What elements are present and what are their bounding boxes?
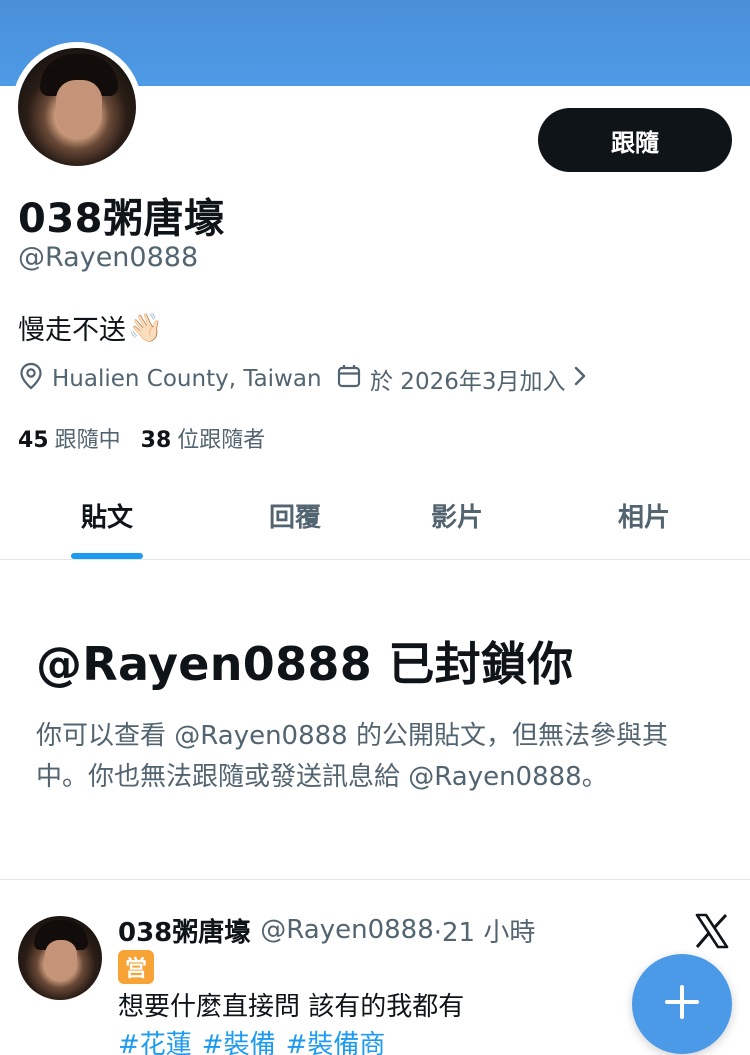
post-text: 想要什麼直接問 該有的我都有 [118,992,465,1022]
compose-button[interactable] [632,954,732,1054]
post-author-name[interactable]: 038粥唐壕 [118,912,250,949]
tab-videos[interactable]: 影片 [386,470,528,560]
tab-posts[interactable]: 貼文 [36,470,178,560]
location-pin-icon [18,362,44,396]
follow-button[interactable]: 跟隨 [538,108,732,172]
hashtag-link[interactable]: #花蓮 [118,1024,192,1055]
profile-avatar[interactable] [12,42,142,172]
waving-hand-emoji: 👋🏻 [128,311,163,344]
tab-photos[interactable]: 相片 [573,470,715,560]
profile-bio: 慢走不送 👋🏻 [18,308,163,347]
post-header: 038粥唐壕 @Rayen0888 ·21 小時 [118,910,535,950]
plus-icon [664,984,700,1024]
profile-joined[interactable]: 於 2026年3月加入 [336,362,587,396]
post-timestamp[interactable]: ·21 小時 [434,912,536,949]
blocked-description: 你可以查看 @Rayen0888 的公開貼文，但無法參與其中。你也無法跟隨或發送… [36,721,668,792]
business-badge: 営 [118,950,154,984]
followers-stat[interactable]: 38 位跟隨者 [141,422,266,454]
location-text: Hualien County, Taiwan [52,366,322,392]
profile-tabs: 貼文 回覆 影片 相片 [0,470,750,560]
blocked-title: @Rayen0888 已封鎖你 [36,637,574,691]
post-hashtags: #花蓮 #裝備 #裝備商 [118,1024,385,1055]
calendar-icon [336,363,362,395]
joined-text: 於 2026年3月加入 [370,369,566,395]
following-stat[interactable]: 45 跟隨中 [18,422,121,454]
profile-location: Hualien County, Taiwan [18,362,322,396]
post-author-handle[interactable]: @Rayen0888 [260,915,433,945]
avatar-photo [18,48,136,166]
post-avatar[interactable] [18,916,102,1000]
hashtag-link[interactable]: #裝備商 [286,1024,386,1055]
x-logo-icon [694,912,730,950]
profile-handle: @Rayen0888 [18,242,199,273]
bio-text: 慢走不送 [18,315,126,346]
hashtag-link[interactable]: #裝備 [202,1024,276,1055]
active-tab-indicator [71,553,143,559]
chevron-right-icon [573,365,587,393]
tab-replies[interactable]: 回覆 [224,470,366,560]
divider [0,879,750,880]
follow-stats: 45 跟隨中 38 位跟隨者 [18,422,265,454]
display-name: 038粥唐壕 [18,196,225,242]
